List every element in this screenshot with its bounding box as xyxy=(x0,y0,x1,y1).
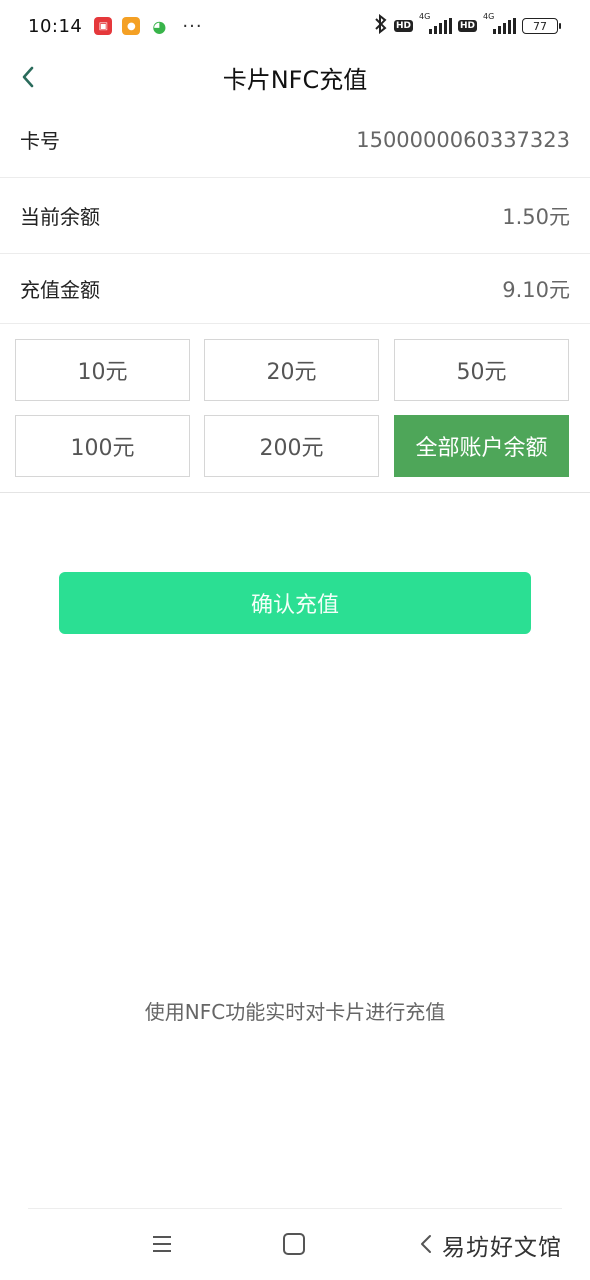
section-divider xyxy=(0,492,590,493)
battery-icon: 77 xyxy=(522,18,561,34)
back-button[interactable] xyxy=(12,60,44,94)
nav-back-icon[interactable] xyxy=(420,1230,444,1258)
home-icon[interactable] xyxy=(283,1233,305,1255)
watermark-text: 易坊好文馆 xyxy=(442,1235,562,1261)
card-number-row: 卡号 1500000060337323 xyxy=(0,102,590,178)
bluetooth-icon xyxy=(374,13,388,39)
app-notification-icon: ▣ xyxy=(94,17,113,35)
page-title: 卡片NFC充值 xyxy=(222,65,368,94)
amount-option-all-balance[interactable]: 全部账户余额 xyxy=(394,415,569,477)
recharge-amount-value: 9.10元 xyxy=(502,277,570,302)
hd-icon: HD xyxy=(393,20,413,32)
amount-option-20[interactable]: 20元 xyxy=(204,339,379,401)
status-time: 10:14 xyxy=(28,15,83,37)
menu-icon[interactable] xyxy=(148,1230,176,1258)
more-notifications-icon: ··· xyxy=(182,15,203,37)
hd-icon: HD xyxy=(457,20,477,32)
signal-icon: 4G xyxy=(483,12,516,34)
amount-option-100[interactable]: 100元 xyxy=(15,415,190,477)
status-indicators: HD 4G HD 4G 77 xyxy=(374,0,561,52)
confirm-recharge-button[interactable]: 确认充值 xyxy=(59,572,531,634)
recharge-amount-label: 充值金额 xyxy=(20,278,100,302)
chevron-left-icon xyxy=(22,66,34,88)
header: 卡片NFC充值 xyxy=(0,52,590,102)
amount-option-50[interactable]: 50元 xyxy=(394,339,569,401)
card-number-label: 卡号 xyxy=(20,129,60,153)
signal-icon: 4G xyxy=(419,12,452,34)
app-notification-icon: ● xyxy=(122,17,141,35)
system-navigation-bar: 易坊好文馆 xyxy=(0,1220,590,1270)
current-balance-row: 当前余额 1.50元 xyxy=(0,178,590,254)
amount-option-200[interactable]: 200元 xyxy=(204,415,379,477)
amount-option-10[interactable]: 10元 xyxy=(15,339,190,401)
status-bar: 10:14 ▣ ● ◕ ··· HD 4G HD 4G 77 xyxy=(0,0,590,52)
card-number-value: 1500000060337323 xyxy=(356,127,570,152)
nfc-hint-text: 使用NFC功能实时对卡片进行充值 xyxy=(144,1000,446,1024)
wechat-icon: ◕ xyxy=(152,16,167,36)
nav-divider xyxy=(28,1208,562,1209)
current-balance-value: 1.50元 xyxy=(502,204,570,229)
recharge-amount-row: 充值金额 9.10元 xyxy=(0,254,590,324)
current-balance-label: 当前余额 xyxy=(20,205,100,229)
